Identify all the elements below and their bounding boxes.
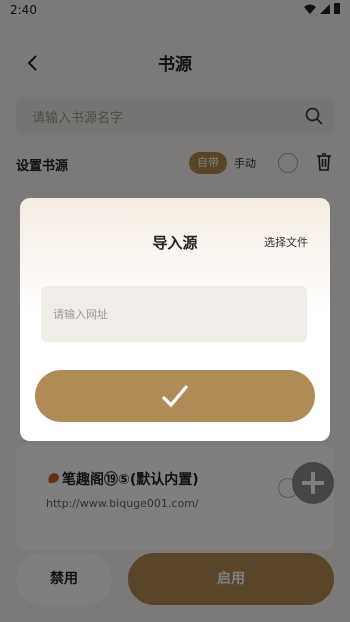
select-file-button[interactable]: 选择文件	[264, 234, 308, 250]
url-placeholder: 请输入网址	[53, 308, 108, 321]
check-icon	[161, 384, 189, 408]
url-input[interactable]: 请输入网址	[41, 286, 307, 342]
confirm-button[interactable]	[35, 370, 315, 422]
import-dialog: 导入源 选择文件 请输入网址	[20, 198, 330, 441]
